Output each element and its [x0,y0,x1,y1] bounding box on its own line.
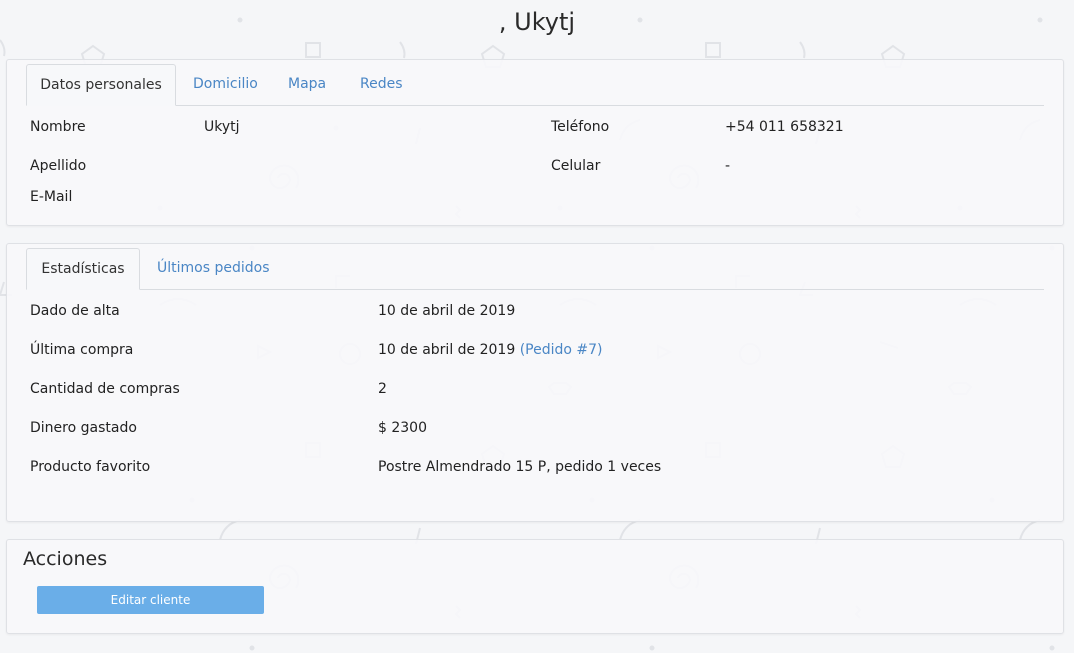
ultima-compra-date: 10 de abril de 2019 [378,342,516,358]
nombre-label: Nombre [30,119,86,135]
celular-value: - [725,158,731,174]
telefono-label: Teléfono [551,119,610,135]
dinero-gastado-label: Dinero gastado [30,420,137,436]
apellido-label: Apellido [30,158,87,174]
tab-datos-personales[interactable]: Datos personales [26,64,176,106]
tab-ultimos-pedidos[interactable]: Últimos pedidos [157,248,270,289]
personal-data-panel: Datos personales Domicilio Mapa Redes No… [6,59,1064,226]
actions-title: Acciones [23,548,108,570]
personal-tabs: Datos personales Domicilio Mapa Redes [26,64,1044,106]
tab-estadisticas[interactable]: Estadísticas [26,248,140,290]
edit-client-button[interactable]: Editar cliente [37,586,264,614]
stats-tabs: Estadísticas Últimos pedidos [26,248,1044,290]
pedido-link[interactable]: (Pedido #7) [520,342,603,358]
nombre-value: Ukytj [204,119,240,135]
ultima-compra-label: Última compra [30,342,134,358]
telefono-value: +54 011 658321 [725,119,844,135]
producto-favorito-value: Postre Almendrado 15 P, pedido 1 veces [378,459,662,475]
ultima-compra-value: 10 de abril de 2019 (Pedido #7) [378,342,603,358]
dado-de-alta-label: Dado de alta [30,303,120,319]
tab-redes[interactable]: Redes [360,64,403,105]
producto-favorito-label: Producto favorito [30,459,151,475]
celular-label: Celular [551,158,601,174]
actions-panel: Acciones Editar cliente [6,539,1064,634]
cantidad-compras-label: Cantidad de compras [30,381,180,397]
cantidad-compras-value: 2 [378,381,387,397]
tab-mapa[interactable]: Mapa [288,64,326,105]
tab-domicilio[interactable]: Domicilio [193,64,258,105]
page-title: , Ukytj [498,8,576,36]
email-label: E-Mail [30,189,73,205]
dinero-gastado-value: $ 2300 [378,420,427,436]
statistics-panel: Estadísticas Últimos pedidos Dado de alt… [6,243,1064,522]
dado-de-alta-value: 10 de abril de 2019 [378,303,516,319]
